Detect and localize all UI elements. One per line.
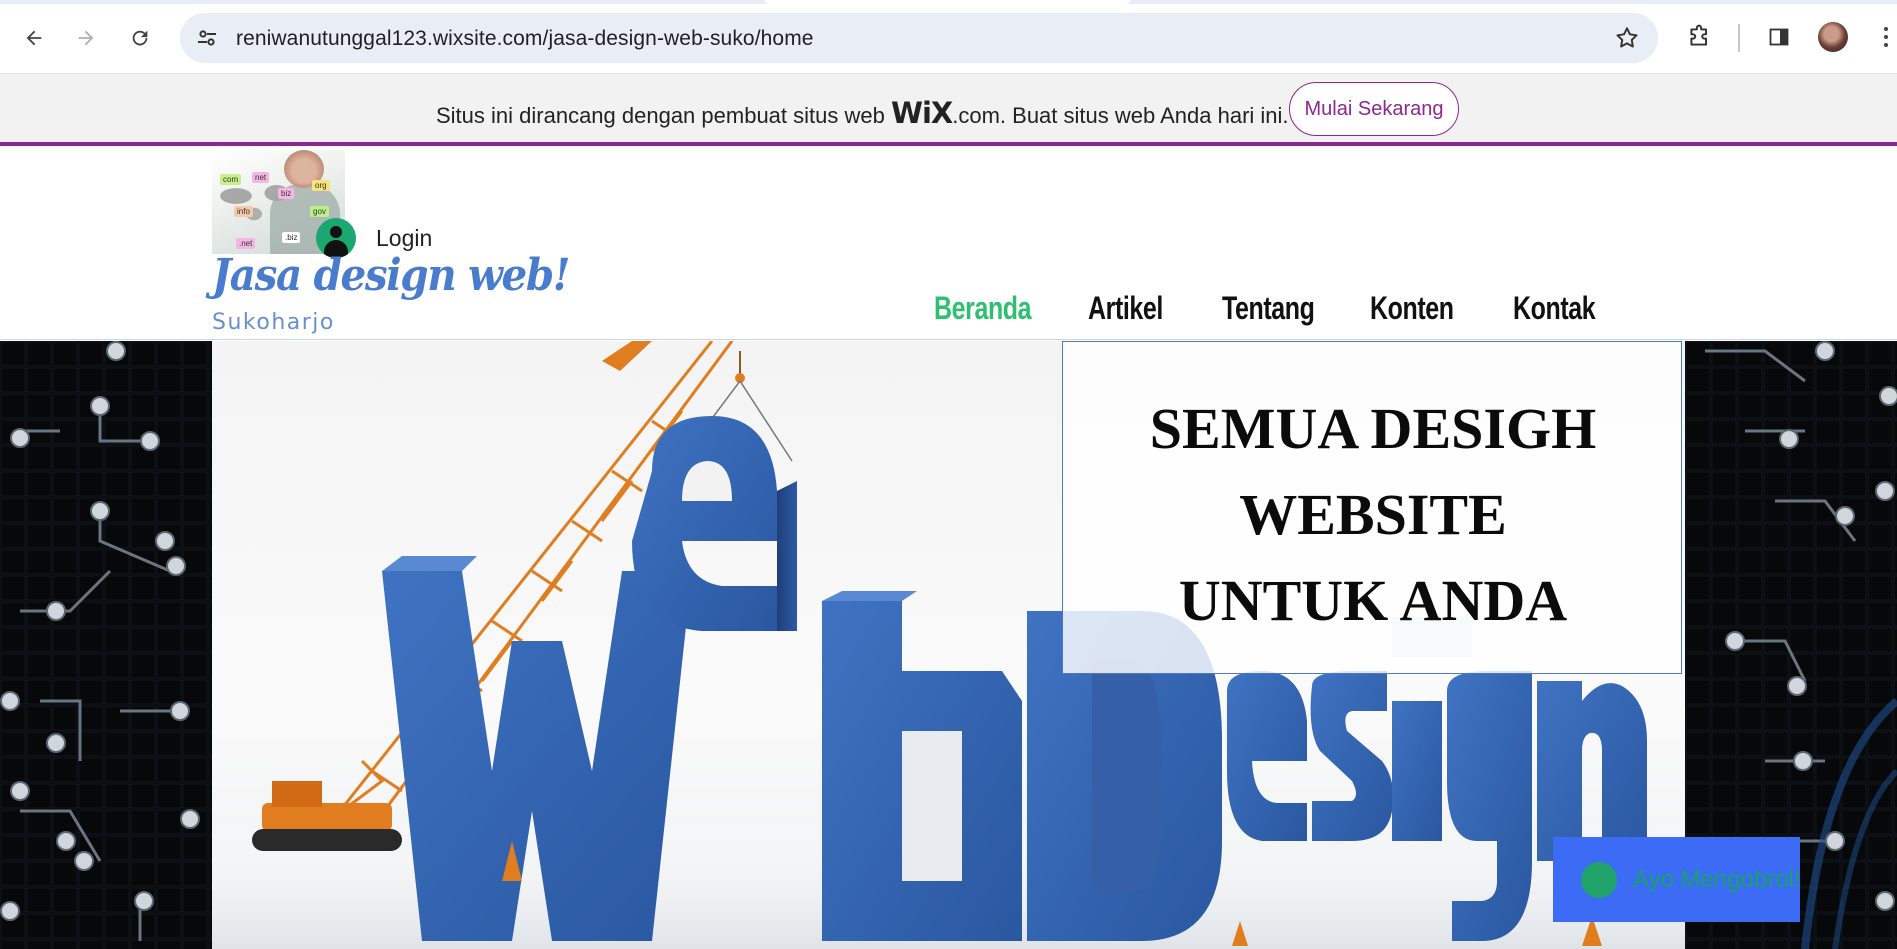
side-panel-icon (1769, 28, 1789, 46)
wix-promo-banner: Situs ini dirancang dengan pembuat situs… (0, 74, 1897, 146)
banner-text-before: Situs ini dirancang dengan pembuat situs… (436, 103, 891, 128)
logo-tag: gov (310, 206, 329, 217)
reload-button[interactable] (122, 20, 158, 56)
headline-line: SEMUA DESIGH (1149, 396, 1597, 461)
chat-button[interactable]: Ayo Mengobrol! (1553, 837, 1801, 922)
start-now-button[interactable]: Mulai Sekarang (1289, 82, 1459, 136)
extensions-button[interactable] (1684, 22, 1714, 52)
chat-icon (1581, 862, 1617, 898)
nav-item-artikel[interactable]: Artikel (1088, 290, 1163, 327)
address-bar[interactable]: reniwanutunggal123.wixsite.com/jasa-desi… (180, 13, 1658, 63)
logo-tag: info (234, 206, 253, 217)
arrow-left-icon (26, 30, 42, 46)
url-text[interactable]: reniwanutunggal123.wixsite.com/jasa-desi… (236, 27, 814, 51)
arrow-right-icon (78, 30, 94, 46)
site-info-button[interactable] (194, 25, 220, 51)
puzzle-icon (1690, 24, 1708, 46)
headline-box: SEMUA DESIGH WEBSITE UNTUK ANDA (1062, 341, 1682, 674)
browser-menu-button[interactable] (1880, 22, 1892, 52)
reload-icon (132, 30, 148, 46)
wix-logo: WiX (890, 96, 953, 130)
active-tab-edge (765, 0, 1130, 4)
tab-strip (0, 0, 1897, 4)
headline-line: WEBSITE (1239, 482, 1507, 547)
forward-button[interactable] (68, 20, 104, 56)
login-link[interactable]: Login (376, 225, 432, 252)
logo-tag: com (220, 174, 242, 185)
hero-headline: SEMUA DESIGH WEBSITE UNTUK ANDA (1063, 386, 1683, 644)
logo-tag: .biz (282, 232, 301, 243)
nav-item-kontak[interactable]: Kontak (1513, 290, 1596, 327)
banner-text-after: .com. Buat situs web Anda hari ini. (952, 103, 1289, 128)
site-subtitle: Sukoharjo (212, 310, 335, 335)
nav-item-beranda[interactable]: Beranda (934, 290, 1032, 327)
logo-tag: org (312, 180, 330, 191)
toolbar-divider (1738, 24, 1740, 52)
site-title[interactable]: Jasa design web! (212, 250, 571, 301)
browser-toolbar: reniwanutunggal123.wixsite.com/jasa-desi… (0, 0, 1897, 74)
headline-line: UNTUK ANDA (1178, 568, 1568, 633)
circuit-background-left (0, 341, 212, 949)
wix-banner-message: Situs ini dirancang dengan pembuat situs… (436, 96, 1289, 130)
logo-tag: net (252, 172, 270, 183)
logo-tag: .net (236, 238, 256, 249)
side-panel-button[interactable] (1764, 22, 1794, 52)
nav-item-tentang[interactable]: Tentang (1222, 290, 1315, 327)
nav-item-konten[interactable]: Konten (1370, 290, 1454, 327)
logo-tag: biz (278, 188, 295, 199)
profile-avatar[interactable] (1818, 22, 1848, 52)
back-button[interactable] (16, 20, 52, 56)
bookmark-star-icon[interactable] (1614, 25, 1640, 51)
site-header: com net biz org info gov .biz .net Login… (0, 150, 1897, 340)
chat-button-label: Ayo Mengobrol! (1633, 866, 1801, 893)
tune-icon (198, 30, 216, 46)
